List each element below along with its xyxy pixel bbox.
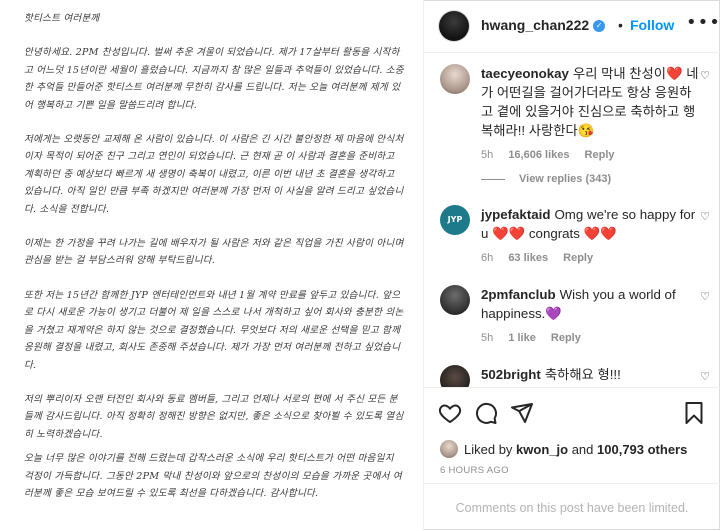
like-comment-heart-icon[interactable]: ♡: [700, 69, 710, 82]
author-username[interactable]: hwang_chan222: [481, 17, 589, 33]
more-options-icon[interactable]: •••: [686, 12, 720, 33]
comment-text: 축하해요 형!!!: [544, 367, 621, 382]
like-comment-heart-icon[interactable]: ♡: [700, 210, 710, 223]
comment-body: 502bright 축하해요 형!!!: [481, 365, 701, 384]
reply-button[interactable]: Reply: [585, 149, 615, 161]
comment-likes[interactable]: 1 like: [508, 332, 536, 344]
post-action-bar: [424, 387, 720, 438]
commenter-username[interactable]: jypefaktaid: [481, 207, 550, 222]
commenter-avatar[interactable]: [440, 365, 470, 387]
author-username-wrap: hwang_chan222 ✓: [481, 17, 606, 35]
likes-others-count[interactable]: 100,793 others: [597, 442, 687, 457]
commenter-username[interactable]: 2pmfanclub: [481, 287, 556, 302]
liker-username[interactable]: kwon_jo: [516, 442, 568, 457]
likes-conj: and: [571, 441, 594, 457]
like-comment-heart-icon[interactable]: ♡: [700, 370, 710, 383]
comment-likes[interactable]: 16,606 likes: [508, 149, 569, 161]
comment-time[interactable]: 6h: [481, 252, 493, 264]
comment-meta: 5h 1 like Reply: [481, 329, 701, 348]
share-send-icon[interactable]: [510, 401, 534, 425]
letter-paragraph-2: 저에게는 오랫동안 교제해 온 사람이 있습니다. 이 사람은 긴 시간 불안정…: [24, 134, 404, 215]
commenter-avatar[interactable]: [440, 285, 470, 315]
commenter-username[interactable]: taecyeonokay: [481, 66, 569, 81]
like-heart-icon[interactable]: [438, 401, 462, 425]
likes-summary: Liked by kwon_jo and 100,793 others: [440, 440, 687, 458]
letter-paragraph-1: 안녕하세요. 2PM 찬성입니다. 벌써 추운 겨울이 되었습니다. 제가 17…: [24, 47, 404, 111]
replies-divider: [481, 178, 505, 180]
letter-paragraph-5: 저의 뿌리이자 오랜 터전인 회사와 동료 멤버들, 그리고 언제나 서로의 편…: [24, 393, 404, 440]
liker-avatar[interactable]: [440, 440, 458, 458]
post-timestamp[interactable]: 6 HOURS AGO: [440, 465, 509, 476]
comment-meta: 5h 16,606 likes Reply: [481, 146, 701, 165]
letter-greeting: 핫티스트 여러분께: [24, 13, 100, 24]
commenter-avatar[interactable]: [440, 64, 470, 94]
follow-button[interactable]: Follow: [630, 17, 674, 33]
comment-meta: 6h 63 likes Reply: [481, 249, 701, 268]
comment-likes[interactable]: 63 likes: [508, 252, 548, 264]
commenter-avatar-jyp[interactable]: JYP: [440, 205, 470, 235]
header-separator: •: [618, 17, 623, 33]
comment-body: taecyeonokay 우리 막내 찬성이❤️ 네가 어떤길을 걸어가더라도 항…: [481, 64, 701, 165]
post-side-panel: hwang_chan222 ✓ • Follow ••• taecyeonokay…: [424, 0, 720, 530]
post-header: hwang_chan222 ✓ • Follow •••: [424, 0, 720, 53]
commenter-username[interactable]: 502bright: [481, 367, 541, 382]
post-image-letter[interactable]: 핫티스트 여러분께 안녕하세요. 2PM 찬성입니다. 벌써 추운 겨울이 되었…: [0, 0, 424, 530]
like-comment-heart-icon[interactable]: ♡: [700, 290, 710, 303]
save-bookmark-icon[interactable]: [682, 401, 706, 425]
comments-list[interactable]: taecyeonokay 우리 막내 찬성이❤️ 네가 어떤길을 걸어가더라도 항…: [424, 52, 720, 387]
letter-paragraph-3: 이제는 한 가정을 꾸려 나가는 길에 배우자가 될 사람은 저와 같은 직업을…: [24, 238, 404, 267]
view-replies-button[interactable]: View replies (343): [481, 173, 611, 185]
comment-body: jypefaktaid Omg we're so happy for u ❤️❤️…: [481, 205, 701, 268]
comment-bubble-icon[interactable]: [474, 401, 498, 425]
comment-time[interactable]: 5h: [481, 149, 493, 161]
handwritten-letter: 핫티스트 여러분께 안녕하세요. 2PM 찬성입니다. 벌써 추운 겨울이 되었…: [0, 0, 423, 502]
comment-body: 2pmfanclub Wish you a world of happiness.…: [481, 285, 701, 348]
reply-button[interactable]: Reply: [551, 332, 581, 344]
reply-button[interactable]: Reply: [563, 252, 593, 264]
comment-time[interactable]: 5h: [481, 332, 493, 344]
view-replies-label: View replies (343): [519, 173, 612, 185]
likes-prefix: Liked by: [464, 441, 513, 457]
author-avatar[interactable]: [439, 11, 469, 41]
letter-paragraph-6: 오늘 너무 많은 이야기를 전해 드렸는데 갑작스러운 소식에 우리 핫티스트가…: [24, 453, 402, 499]
comments-limited-notice: Comments on this post have been limited.: [424, 483, 720, 531]
letter-paragraph-4: 또한 저는 15년간 함께한 JYP 엔터테인먼트와 내년 1월 계약 만료를 …: [24, 289, 404, 371]
verified-badge-icon: ✓: [593, 19, 606, 32]
